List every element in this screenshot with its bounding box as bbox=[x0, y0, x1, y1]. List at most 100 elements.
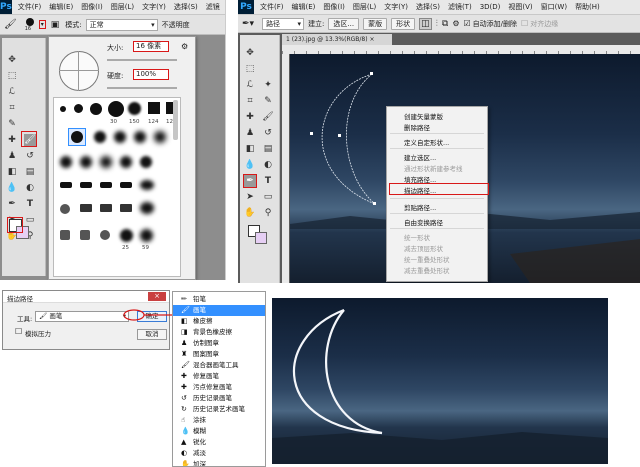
tool-option-dodge[interactable]: ◐ 减淡 bbox=[173, 448, 265, 459]
preset-brush[interactable] bbox=[74, 104, 83, 113]
tool-option-smudge[interactable]: ☝ 涂抹 bbox=[173, 415, 265, 426]
ctx-subtract-front-shape[interactable]: 减去顶层形状 bbox=[404, 243, 443, 253]
blur-tool-icon[interactable]: 💧 bbox=[6, 182, 18, 194]
preset-brush[interactable] bbox=[80, 182, 92, 188]
preset-brush[interactable] bbox=[134, 131, 146, 143]
pen-mode-select[interactable]: 路径 bbox=[262, 17, 305, 30]
menu-type[interactable]: 文字(Y) bbox=[142, 2, 166, 12]
preset-brush[interactable] bbox=[60, 204, 70, 214]
healing-tool-icon[interactable]: ✚ bbox=[244, 111, 256, 123]
tool-option-blur[interactable]: 💧 模糊 bbox=[173, 426, 265, 437]
tool-option-pencil[interactable]: ✏ 铅笔 bbox=[173, 294, 265, 305]
zoom-tool-icon[interactable]: ⚲ bbox=[262, 207, 274, 219]
preset-brush[interactable] bbox=[140, 156, 152, 168]
menu-type[interactable]: 文字(Y) bbox=[384, 2, 408, 12]
ctx-clipping-path[interactable]: 剪贴路径... bbox=[404, 202, 436, 212]
settings-gear-icon[interactable]: ⚙ bbox=[181, 42, 188, 51]
brush-panel-toggle-icon[interactable]: ▣ bbox=[51, 20, 60, 30]
tool-option-art-history-brush[interactable]: ↻ 历史记录艺术画笔 bbox=[173, 404, 265, 415]
brush-angle-preview[interactable] bbox=[59, 51, 99, 91]
preset-brush[interactable] bbox=[100, 156, 112, 168]
tool-option-pattern-stamp[interactable]: ♜ 图案图章 bbox=[173, 349, 265, 360]
eraser-tool-icon[interactable]: ◧ bbox=[244, 143, 256, 155]
eyedropper-tool-icon[interactable]: ✎ bbox=[6, 118, 18, 130]
brush-picker-arrow[interactable]: ▾ bbox=[38, 20, 46, 29]
preset-scrollbar[interactable] bbox=[173, 100, 178, 140]
move-tool-icon[interactable]: ✥ bbox=[244, 47, 256, 59]
preset-brush[interactable] bbox=[100, 230, 110, 240]
tool-option-healing-brush[interactable]: ✚ 修复画笔 bbox=[173, 371, 265, 382]
dodge-tool-icon[interactable]: ◐ bbox=[262, 159, 274, 171]
menu-help[interactable]: 帮助(H) bbox=[575, 2, 600, 12]
hardness-input[interactable]: 100% bbox=[133, 69, 169, 80]
path-ops-icon[interactable]: ◫ bbox=[419, 17, 432, 30]
lasso-tool-icon[interactable]: ℒ bbox=[244, 79, 256, 91]
menu-edit[interactable]: 编辑(E) bbox=[49, 2, 73, 12]
path-select-tool-icon[interactable]: ➤ bbox=[244, 191, 256, 203]
dialog-close-icon[interactable]: × bbox=[148, 292, 166, 301]
menu-view[interactable]: 视图(V) bbox=[508, 2, 532, 12]
lasso-tool-icon[interactable]: ℒ bbox=[6, 86, 18, 98]
menu-file[interactable]: 文件(F) bbox=[260, 2, 284, 12]
menu-edit[interactable]: 编辑(E) bbox=[292, 2, 316, 12]
eyedropper-tool-icon[interactable]: ✎ bbox=[262, 95, 274, 107]
size-input[interactable]: 16 像素 bbox=[133, 41, 169, 52]
preset-brush[interactable] bbox=[60, 182, 72, 188]
preset-brush[interactable] bbox=[120, 229, 133, 242]
brush-size-preview[interactable]: 16 bbox=[23, 16, 37, 34]
preset-brush[interactable] bbox=[100, 182, 112, 188]
ctx-free-transform-path[interactable]: 自由变换路径 bbox=[404, 217, 443, 227]
menu-select[interactable]: 选择(S) bbox=[416, 2, 440, 12]
ctx-make-selection[interactable]: 建立选区... bbox=[404, 152, 436, 162]
path-arrange-icon[interactable]: ⧉ bbox=[442, 19, 448, 29]
preset-brush[interactable] bbox=[120, 204, 132, 212]
marquee-tool-icon[interactable]: ⬚ bbox=[6, 70, 18, 82]
preset-brush[interactable] bbox=[94, 131, 106, 143]
menu-layer[interactable]: 图层(L) bbox=[111, 2, 134, 12]
stamp-tool-icon[interactable]: ♟ bbox=[244, 127, 256, 139]
tool-option-sharpen[interactable]: ▲ 锐化 bbox=[173, 437, 265, 448]
brush-tool-icon[interactable]: 🖌 bbox=[262, 111, 274, 123]
ctx-define-custom-shape[interactable]: 定义自定形状... bbox=[404, 137, 449, 147]
crop-tool-icon[interactable]: ⌗ bbox=[6, 102, 18, 114]
simulate-pressure-checkbox[interactable]: ☐ bbox=[15, 327, 22, 336]
shape-tool-icon[interactable]: ▭ bbox=[24, 214, 36, 226]
preset-brush[interactable] bbox=[90, 103, 102, 115]
preset-brush[interactable] bbox=[100, 204, 112, 212]
preset-brush[interactable] bbox=[80, 230, 90, 240]
preset-brush[interactable] bbox=[114, 131, 126, 143]
gradient-tool-icon[interactable]: ▤ bbox=[24, 166, 36, 178]
preset-brush[interactable] bbox=[60, 230, 70, 240]
menu-select[interactable]: 选择(S) bbox=[174, 2, 198, 12]
ctx-unite-overlap-shapes[interactable]: 统一重叠处形状 bbox=[404, 254, 450, 264]
menu-3d[interactable]: 3D(D) bbox=[480, 3, 501, 11]
type-tool-icon[interactable]: T bbox=[262, 175, 274, 187]
history-tool-icon[interactable]: ↺ bbox=[24, 150, 36, 162]
menu-file[interactable]: 文件(F) bbox=[18, 2, 42, 12]
hand-tool-icon[interactable]: ✋ bbox=[244, 207, 256, 219]
menu-layer[interactable]: 图层(L) bbox=[353, 2, 376, 12]
quick-select-icon[interactable]: ✦ bbox=[262, 79, 274, 91]
size-slider[interactable] bbox=[107, 59, 177, 61]
type-tool-icon[interactable]: T bbox=[24, 198, 36, 210]
preset-brush[interactable] bbox=[71, 131, 83, 143]
cancel-button[interactable]: 取消 bbox=[137, 329, 167, 340]
ctx-create-vector-mask[interactable]: 创建矢量蒙版 bbox=[404, 111, 443, 121]
preset-brush[interactable] bbox=[120, 182, 132, 188]
marquee-tool-icon[interactable]: ⬚ bbox=[244, 63, 256, 75]
ctx-subtract-overlap-shapes[interactable]: 减去重叠处形状 bbox=[404, 265, 450, 275]
shape-tool-icon[interactable]: ▭ bbox=[262, 191, 274, 203]
menu-filter[interactable]: 滤镜(T) bbox=[448, 2, 472, 12]
ctx-unite-shapes[interactable]: 统一形状 bbox=[404, 232, 430, 242]
blur-tool-icon[interactable]: 💧 bbox=[244, 159, 256, 171]
pen-tool-icon[interactable]: ✒ bbox=[6, 198, 18, 210]
menu-filter[interactable]: 滤镜 bbox=[206, 2, 220, 12]
hardness-slider[interactable] bbox=[107, 87, 177, 89]
history-tool-icon[interactable]: ↺ bbox=[262, 127, 274, 139]
tool-option-history-brush[interactable]: ↺ 历史记录画笔 bbox=[173, 393, 265, 404]
preset-brush[interactable] bbox=[80, 156, 92, 168]
preset-brush[interactable] bbox=[60, 156, 72, 168]
preset-brush[interactable] bbox=[108, 101, 124, 117]
move-tool-icon[interactable]: ✥ bbox=[6, 54, 18, 66]
preset-brush[interactable] bbox=[140, 180, 154, 190]
